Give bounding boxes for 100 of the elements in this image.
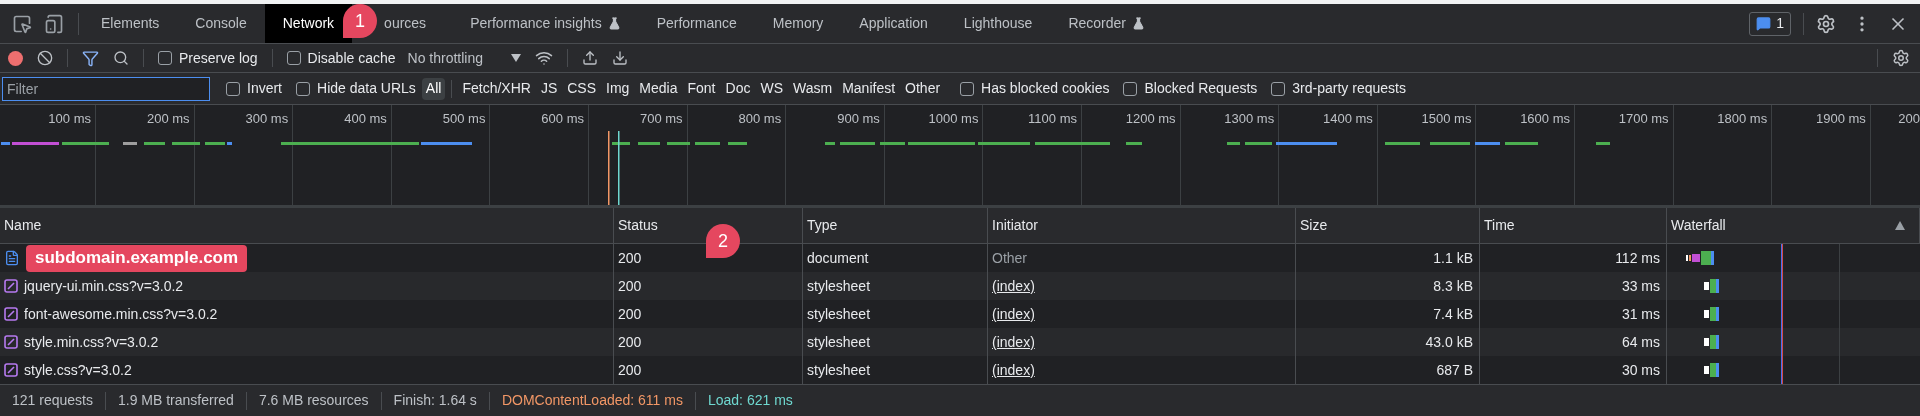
initiator-link[interactable]: (index) — [992, 275, 1035, 297]
filter-icon[interactable] — [82, 49, 99, 67]
type-filter-button[interactable]: Doc — [721, 77, 755, 100]
panel-tab[interactable]: Lighthouse — [945, 4, 1051, 43]
time-tick-label: 1000 ms — [928, 110, 979, 128]
time-tick-label: 800 ms — [738, 110, 782, 128]
type-filter-button[interactable]: JS — [536, 77, 562, 100]
column-header[interactable]: Waterfall — [1667, 208, 1920, 243]
time-tick-label: 1500 ms — [1421, 110, 1472, 128]
initiator-cell-text: Other — [992, 248, 1027, 268]
time-tick-label: 600 ms — [541, 110, 584, 128]
request-name[interactable]: style.min.css?v=3.0.2 — [24, 331, 159, 353]
status-text: 1.9 MB transferred — [116, 391, 235, 410]
checkbox[interactable] — [1123, 81, 1138, 96]
network-conditions-icon[interactable] — [535, 49, 553, 67]
stylesheet-icon — [4, 335, 18, 349]
checkbox[interactable] — [286, 51, 301, 65]
caret-icon — [511, 54, 521, 62]
waterfall-bar — [1704, 279, 1719, 293]
panel-tab[interactable]: Elements — [83, 4, 178, 43]
message-icon — [1756, 16, 1772, 31]
column-header[interactable]: Name — [0, 208, 614, 243]
import-icon[interactable] — [582, 50, 598, 66]
export-icon[interactable] — [612, 50, 628, 66]
panel-tab[interactable]: Performance — [638, 4, 755, 43]
waterfall-bar — [1704, 363, 1719, 377]
time-tick-label: 200 ms — [146, 110, 190, 128]
request-name[interactable]: style.css?v=3.0.2 — [24, 359, 132, 381]
stylesheet-icon — [4, 279, 18, 293]
checkbox[interactable] — [960, 81, 975, 96]
initiator-link[interactable]: (index) — [992, 303, 1035, 325]
checkbox[interactable] — [1271, 81, 1286, 96]
column-header[interactable]: Initiator — [988, 208, 1296, 243]
panel-tab[interactable]: Memory — [754, 4, 842, 43]
time-tick-label: 400 ms — [344, 110, 387, 128]
record-icon[interactable] — [8, 50, 23, 66]
throttling-dropdown[interactable]: No throttling — [407, 47, 521, 69]
stylesheet-icon — [4, 307, 18, 321]
time-tick-label: 100 ms — [48, 110, 91, 128]
type-filter-button[interactable]: Fetch/XHR — [458, 77, 535, 100]
checkbox[interactable] — [296, 81, 310, 96]
type-filter-button[interactable]: Manifest — [838, 77, 900, 100]
clear-icon[interactable] — [37, 50, 53, 66]
checkbox[interactable] — [226, 81, 240, 96]
initiator-link[interactable]: (index) — [992, 331, 1035, 353]
column-header[interactable]: Time — [1480, 208, 1667, 243]
type-filter-button[interactable]: Other — [901, 77, 945, 100]
device-icon[interactable] — [44, 13, 64, 34]
type-filter-button[interactable]: CSS — [563, 77, 600, 100]
time-tick-label: 1200 ms — [1125, 110, 1176, 128]
time-tick-label: 500 ms — [442, 110, 486, 128]
time-tick-label: 1900 ms — [1815, 110, 1866, 128]
checkbox-label: Has blocked cookies — [981, 79, 1110, 98]
initiator-link[interactable]: (index) — [992, 359, 1035, 381]
request-name[interactable]: jquery-ui.min.css?v=3.0.2 — [24, 275, 184, 297]
status-text: 121 requests — [11, 391, 94, 410]
inspect-icon[interactable] — [12, 13, 32, 34]
type-filter-button[interactable]: Media — [635, 77, 682, 100]
type-filter-button[interactable]: Font — [683, 77, 720, 100]
status-text: Finish: 1.64 s — [392, 391, 478, 410]
panel-tab[interactable]: Recorder — [1050, 4, 1163, 43]
type-filter-button[interactable]: Wasm — [789, 77, 837, 100]
panel-tab[interactable]: Network — [264, 4, 353, 43]
time-tick-label: 1600 ms — [1520, 110, 1570, 128]
request-name[interactable]: font-awesome.min.css?v=3.0.2 — [24, 303, 218, 325]
checkbox-label: Disable cache — [307, 48, 396, 68]
time-tick-label: 1300 ms — [1224, 110, 1275, 128]
panel-tab[interactable]: Console — [177, 4, 265, 43]
time-tick-label: 900 ms — [837, 110, 880, 128]
document-icon — [4, 250, 20, 266]
settings-icon[interactable] — [1892, 49, 1910, 67]
hostname-label: subdomain.example.com — [26, 244, 248, 272]
checkbox[interactable] — [158, 51, 172, 65]
column-header[interactable]: Size — [1296, 208, 1480, 243]
type-filter-button[interactable]: Img — [602, 77, 634, 100]
type-filter-button[interactable]: All — [421, 77, 446, 100]
checkbox-label: Blocked Requests — [1144, 79, 1258, 98]
waterfall-bar — [1704, 335, 1719, 349]
sort-icon — [1895, 221, 1905, 230]
issues-button[interactable]: 1 — [1749, 11, 1791, 36]
panel-tab[interactable]: Performance insights — [452, 4, 639, 43]
checkbox-label: Invert — [247, 79, 282, 98]
waterfall-bar — [1704, 307, 1719, 321]
panel-tab[interactable]: Application — [841, 4, 946, 43]
time-tick-label: 700 ms — [639, 110, 683, 128]
time-tick-label: 200 — [1898, 110, 1920, 128]
type-filter-button[interactable]: WS — [756, 77, 787, 100]
checkbox-label: 3rd-party requests — [1292, 79, 1406, 98]
time-tick-label: 1100 ms — [1028, 110, 1077, 128]
checkbox-label: Hide data URLs — [317, 79, 416, 98]
filter-field[interactable]: Filter — [2, 76, 210, 101]
search-icon[interactable] — [113, 50, 129, 66]
waterfall-bar — [1686, 251, 1715, 265]
checkbox-label: Preserve log — [179, 48, 258, 68]
time-tick-label: 300 ms — [245, 110, 289, 128]
column-header[interactable]: Type — [803, 208, 988, 243]
issues-count: 1 — [1776, 14, 1784, 33]
stylesheet-icon — [4, 363, 18, 377]
time-tick-label: 1700 ms — [1618, 110, 1669, 128]
settings-icon[interactable] — [1816, 13, 1836, 34]
